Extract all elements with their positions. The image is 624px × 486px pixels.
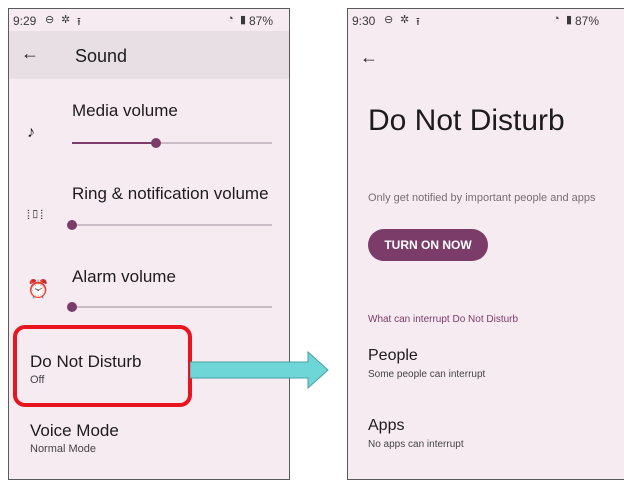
- apps-item-sub: No apps can interrupt: [368, 439, 464, 450]
- people-item-title[interactable]: People: [368, 347, 418, 365]
- settings-gear-icon: ✲: [400, 14, 410, 26]
- battery-percent: 87%: [249, 14, 274, 28]
- settings-gear-icon: ✲: [61, 14, 71, 26]
- dnd-highlight-box: [13, 325, 192, 407]
- page-title: Sound: [75, 46, 128, 66]
- media-volume-label: Media volume: [72, 101, 178, 120]
- dnd-description: Only get notified by important people an…: [368, 192, 596, 204]
- media-volume-slider[interactable]: [72, 138, 272, 148]
- media-volume-thumb[interactable]: [151, 138, 161, 148]
- dnd-settings-screen: 9:30 ⊖ ✲ ⭱ ◔ ▮ 87% ← Do Not Disturb Only…: [347, 8, 624, 480]
- upload-icon: ⭱: [416, 16, 420, 28]
- transition-arrow-icon: [190, 350, 329, 390]
- battery-icon: ▮: [566, 14, 573, 26]
- sync-icon: ⊖: [384, 14, 394, 26]
- page-title: Do Not Disturb: [368, 104, 565, 137]
- apps-item-title[interactable]: Apps: [368, 417, 404, 435]
- ring-volume-slider[interactable]: [67, 220, 272, 230]
- back-arrow-icon[interactable]: ←: [360, 47, 378, 68]
- section-header: What can interrupt Do Not Disturb: [368, 314, 519, 325]
- media-volume-fill: [72, 142, 156, 144]
- status-time: 9:29: [13, 14, 37, 28]
- people-item-sub: Some people can interrupt: [368, 369, 486, 380]
- voice-mode-value: Normal Mode: [30, 443, 97, 455]
- ring-volume-label: Ring & notification volume: [72, 184, 269, 203]
- alarm-volume-slider[interactable]: [67, 302, 272, 312]
- wifi-icon: ◔: [553, 13, 560, 25]
- status-bar: 9:29 ⊖ ✲ ⭱ ◔ ▮ 87%: [9, 9, 289, 31]
- status-time: 9:30: [352, 14, 376, 28]
- wifi-icon: ◔: [227, 13, 234, 25]
- back-arrow-icon[interactable]: ←: [21, 43, 39, 64]
- app-bar: ← Sound: [9, 31, 289, 79]
- alarm-clock-icon: ⏰: [27, 279, 50, 299]
- music-note-icon: ♪: [27, 124, 35, 141]
- status-bar: 9:30 ⊖ ✲ ⭱ ◔ ▮ 87%: [348, 9, 624, 31]
- upload-icon: ⭱: [77, 16, 81, 28]
- sound-settings-screen: 9:29 ⊖ ✲ ⭱ ◔ ▮ 87% ← Sound ♪ Media volum…: [8, 8, 290, 480]
- voice-mode-title[interactable]: Voice Mode: [30, 421, 119, 441]
- ring-volume-thumb[interactable]: [67, 220, 77, 230]
- turn-on-now-button[interactable]: TURN ON NOW: [368, 229, 488, 261]
- vibrate-icon: ⦙▯⦙: [27, 207, 44, 222]
- battery-percent: 87%: [575, 14, 600, 28]
- alarm-volume-label: Alarm volume: [72, 267, 176, 286]
- sync-icon: ⊖: [45, 14, 55, 26]
- alarm-volume-thumb[interactable]: [67, 302, 77, 312]
- battery-icon: ▮: [240, 14, 247, 26]
